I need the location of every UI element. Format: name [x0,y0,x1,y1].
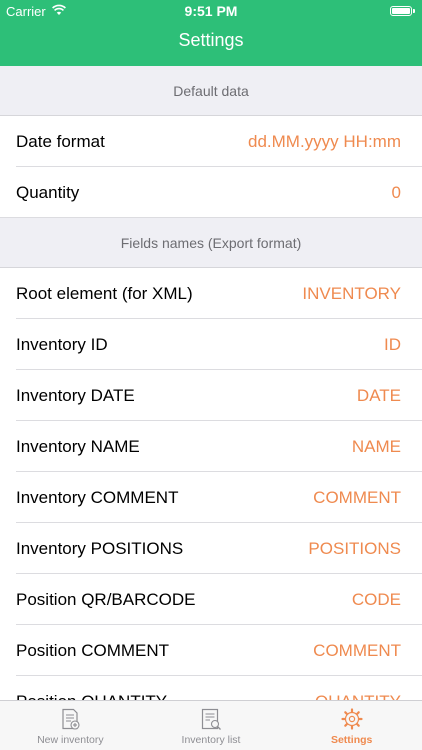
gear-icon [341,708,363,730]
setting-row-inventory-comment[interactable]: Inventory COMMENT COMMENT [0,472,422,523]
setting-row-root-element[interactable]: Root element (for XML) INVENTORY [0,268,422,319]
setting-value[interactable]: NAME [352,421,401,472]
settings-list[interactable]: Default data Date format dd.MM.yyyy HH:m… [0,66,422,700]
setting-label: Inventory COMMENT [16,488,179,507]
setting-label: Inventory DATE [16,386,135,405]
setting-row-inventory-name[interactable]: Inventory NAME NAME [0,421,422,472]
setting-row-inventory-id[interactable]: Inventory ID ID [0,319,422,370]
setting-label: Inventory ID [16,335,108,354]
list-search-icon [201,708,221,730]
setting-value[interactable]: ID [384,319,401,370]
setting-value[interactable]: COMMENT [313,625,401,676]
tab-new-inventory[interactable]: New inventory [0,701,141,750]
tab-inventory-list[interactable]: Inventory list [141,701,282,750]
tab-label: New inventory [37,734,104,746]
section-header-fields-names: Fields names (Export format) [0,218,422,268]
setting-value[interactable]: COMMENT [313,472,401,523]
tab-label: Settings [330,734,373,746]
status-time: 9:51 PM [184,3,238,19]
setting-value[interactable]: INVENTORY [302,268,401,319]
new-document-icon [62,708,80,730]
status-bar: Carrier 9:51 PM [0,0,422,22]
setting-label: Inventory NAME [16,437,140,456]
setting-row-position-code[interactable]: Position QR/BARCODE CODE [0,574,422,625]
setting-label: Position QR/BARCODE [16,590,196,609]
setting-row-quantity[interactable]: Quantity 0 [0,167,422,218]
setting-label: Position COMMENT [16,641,170,660]
tab-label: Inventory list [181,734,241,746]
setting-value[interactable]: POSITIONS [308,523,401,574]
setting-row-position-comment[interactable]: Position COMMENT COMMENT [0,625,422,676]
navigation-bar: Carrier 9:51 PM Settings [0,0,422,66]
setting-row-inventory-date[interactable]: Inventory DATE DATE [0,370,422,421]
setting-value[interactable]: CODE [352,574,401,625]
tab-settings[interactable]: Settings [281,701,422,750]
tab-bar: New inventory Inventory list Settings [0,700,422,750]
setting-label: Date format [16,132,105,151]
setting-value[interactable]: dd.MM.yyyy HH:mm [248,116,401,167]
page-title: Settings [178,30,244,50]
setting-label: Inventory POSITIONS [16,539,184,558]
setting-row-inventory-positions[interactable]: Inventory POSITIONS POSITIONS [0,523,422,574]
setting-row-position-quantity[interactable]: Position QUANTITY QUANTITY [0,676,422,700]
setting-value[interactable]: 0 [392,167,401,218]
setting-value[interactable]: QUANTITY [315,676,401,700]
section-header-default-data: Default data [0,66,422,116]
setting-value[interactable]: DATE [357,370,401,421]
setting-label: Root element (for XML) [16,284,193,303]
setting-label: Quantity [16,183,80,202]
battery-icon [390,6,415,16]
setting-row-date-format[interactable]: Date format dd.MM.yyyy HH:mm [0,116,422,167]
setting-label: Position QUANTITY [16,676,167,700]
